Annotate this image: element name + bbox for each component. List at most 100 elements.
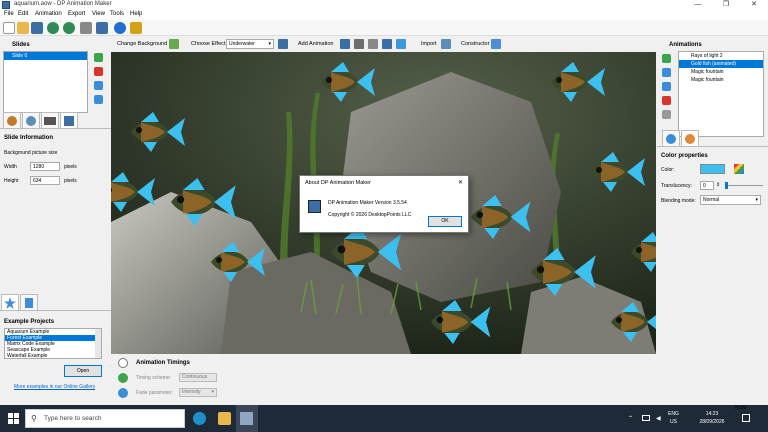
tab-animation-properties[interactable] [662,130,680,146]
add-slide-icon[interactable] [94,53,103,62]
left-panel: Slides Slide 0 Slide Information Backgro… [0,37,111,405]
timing-scheme-select[interactable]: Continuous [179,373,217,382]
clock-date[interactable]: 28/09/2026 [694,419,730,425]
file-explorer-icon[interactable] [218,412,231,425]
open-example-button[interactable]: Open [64,365,102,377]
add-image-animation-icon[interactable] [340,39,350,49]
dialog-close-button[interactable]: ✕ [458,179,463,186]
width-label: Width [4,164,17,170]
online-gallery-link[interactable]: More examples in our Online Gallery [14,384,95,390]
example-item[interactable]: Waterfall Example [5,353,101,359]
right-panel: Animations Rays of light 2 Gold fish (an… [657,37,768,405]
slide-item[interactable]: Slide 0 [4,52,87,60]
examples-list[interactable]: Aquarium Example Forest Example Matrix C… [4,328,102,359]
menu-tools[interactable]: Tools [110,11,124,17]
width-input[interactable]: 1280 [30,162,60,171]
animation-item[interactable]: Gold fish (animated) [679,60,763,68]
tab-timing[interactable] [22,112,40,128]
language-bottom[interactable]: US [670,419,677,425]
maximize-button[interactable]: ❐ [712,0,740,10]
save-icon[interactable] [31,22,43,34]
translucency-slider[interactable] [725,185,763,186]
import-button[interactable]: Import [421,41,437,47]
color-swatch[interactable] [700,164,725,174]
tab-settings[interactable] [3,112,21,128]
add-wave-animation-icon[interactable] [396,39,406,49]
menu-export[interactable]: Export [68,11,85,17]
new-file-icon[interactable] [3,22,15,34]
export-icon[interactable] [96,22,108,34]
redo-icon[interactable] [63,22,75,34]
edge-browser-icon[interactable] [193,412,206,425]
blending-mode-select[interactable]: Normal ▾ [700,195,761,205]
color-properties-title: Color properties [661,153,708,159]
height-input[interactable]: 634 [30,176,60,185]
add-brush-animation-icon[interactable] [354,39,364,49]
help-icon [118,388,128,398]
timings-title: Animation Timings [136,360,190,366]
menu-view[interactable]: View [92,11,105,17]
constructor-icon[interactable] [491,39,501,49]
volume-icon[interactable]: ◀ [656,415,661,422]
effect-settings-icon[interactable] [278,39,288,49]
search-placeholder: Type here to search [44,415,102,422]
undo-icon[interactable] [47,22,59,34]
import-icon[interactable] [441,39,451,49]
clock-time[interactable]: 14:23 [694,411,730,417]
animation-item[interactable]: Magic fountain [679,76,763,84]
menu-file[interactable]: File [4,11,14,17]
menu-bar: File Edit Animation Export View Tools He… [0,10,768,20]
move-animation-down-icon[interactable] [662,82,671,91]
tab-slide-info[interactable] [60,112,78,128]
key-icon[interactable] [130,22,142,34]
taskbar-search-box[interactable]: ⚲ Type here to search [25,409,185,428]
menu-help[interactable]: Help [130,11,142,17]
menu-edit[interactable]: Edit [18,11,28,17]
timings-panel: Animation Timings Timing scheme: Continu… [111,354,656,405]
delete-slide-icon[interactable] [94,67,103,76]
minimize-button[interactable]: — [684,0,712,10]
tab-camera[interactable] [41,112,59,128]
menu-animation[interactable]: Animation [35,11,62,17]
fade-parameter-select[interactable]: Intensity ▾ [179,388,217,397]
translucency-spinner[interactable]: ⇕ [716,182,720,188]
open-folder-icon[interactable] [17,22,29,34]
animations-list[interactable]: Rays of light 2 Gold fish (animated) Mag… [678,51,764,137]
tab-examples[interactable] [1,294,19,310]
preview-icon[interactable] [80,22,92,34]
add-animation-icon[interactable] [662,54,671,63]
delete-animation-icon[interactable] [662,96,671,105]
windows-start-icon[interactable] [8,413,19,424]
examples-scrollbar[interactable] [95,329,101,358]
dialog-title: About DP Animation Maker [305,180,371,186]
tab-music[interactable] [20,294,38,310]
slides-list[interactable]: Slide 0 [3,51,88,113]
add-path-animation-icon[interactable] [382,39,392,49]
color-picker-icon[interactable] [734,164,744,174]
move-down-icon[interactable] [94,95,103,104]
language-top[interactable]: ENG [668,411,679,417]
notification-icon[interactable] [742,414,750,422]
example-projects-title: Example Projects [4,319,55,325]
move-up-icon[interactable] [94,81,103,90]
network-icon[interactable] [642,415,650,421]
constructor-button[interactable]: Constructor [461,41,489,47]
animation-item[interactable]: Rays of light 2 [679,52,763,60]
close-button[interactable]: ✕ [740,0,768,10]
effect-select[interactable]: Underwater ▾ [226,39,274,49]
background-image-icon[interactable] [169,39,179,49]
change-background-button[interactable]: Change Background [117,41,167,47]
translucency-slider-handle[interactable] [725,182,728,189]
animation-grid-icon[interactable] [662,110,671,119]
clock-icon [118,358,128,368]
info-icon[interactable] [114,22,126,34]
tray-chevron-icon[interactable]: ⌃ [628,415,633,422]
move-animation-up-icon[interactable] [662,68,671,77]
translucency-input[interactable]: 0 [700,181,714,190]
tab-color-properties[interactable] [681,130,699,146]
dp-animation-maker-taskbar-item[interactable] [236,405,258,432]
ok-button[interactable]: OK [428,216,462,227]
add-sparkle-animation-icon[interactable] [368,39,378,49]
animation-item[interactable]: Magic fountain [679,68,763,76]
choose-effect-label: Choose Effect: [191,41,227,47]
